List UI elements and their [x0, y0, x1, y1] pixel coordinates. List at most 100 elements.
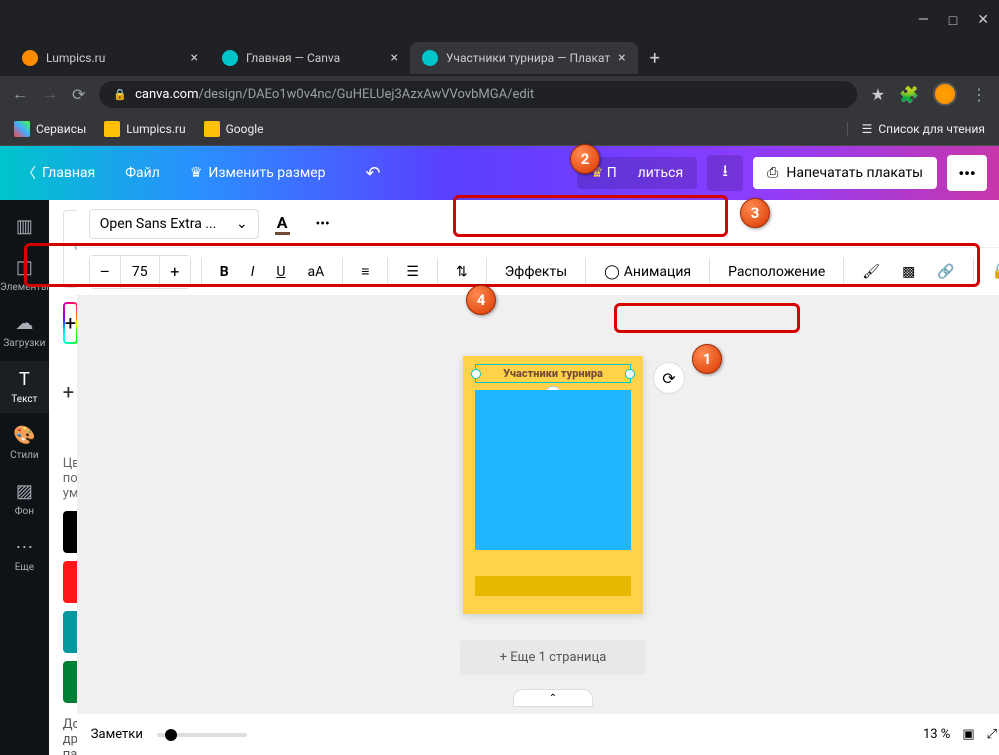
copy-style-button[interactable]: 🖌: [854, 258, 888, 286]
transparency-button[interactable]: ▩: [894, 258, 923, 286]
color-swatch[interactable]: [63, 661, 77, 703]
rail-templates[interactable]: ▥: [0, 208, 49, 245]
folder-icon: [104, 121, 120, 137]
profile-avatar[interactable]: [933, 82, 957, 106]
chevron-down-icon: ⌄: [236, 216, 248, 232]
window-titlebar: — □ ✕: [0, 0, 999, 40]
tab-lumpics[interactable]: Lumpics.ru ×: [10, 42, 210, 74]
rail-uploads[interactable]: ☁Загрузки: [0, 305, 49, 357]
font-select[interactable]: Open Sans Extra ...⌄: [89, 209, 259, 239]
fullscreen-button[interactable]: ⤢: [987, 727, 997, 742]
color-swatch[interactable]: [63, 511, 77, 553]
bookmark-google[interactable]: Google: [204, 121, 264, 137]
animation-button[interactable]: ◯Анимация: [596, 258, 699, 286]
text-color-button[interactable]: A: [265, 207, 300, 241]
list-icon: ☰: [862, 122, 873, 136]
text-element[interactable]: Участники турнира: [475, 364, 631, 383]
more-button[interactable]: •••: [947, 155, 987, 191]
rail-styles[interactable]: 🎨Стили: [0, 417, 49, 469]
design-page[interactable]: Участники турнира ⟳: [463, 356, 643, 614]
close-icon[interactable]: ✕: [977, 12, 989, 28]
favicon-icon: [22, 50, 38, 66]
tab-title: Lumpics.ru: [46, 51, 105, 65]
home-button[interactable]: 〈Главная: [12, 155, 105, 191]
rail-text[interactable]: TТекст: [0, 361, 49, 413]
font-size-input[interactable]: [120, 256, 160, 288]
crown-icon: ♛: [190, 165, 203, 181]
lock-icon: 🔒: [113, 88, 127, 101]
maximize-icon[interactable]: □: [949, 12, 957, 29]
font-size-stepper[interactable]: – +: [89, 255, 191, 289]
plus-icon: +: [63, 380, 74, 404]
bookmark-services[interactable]: Сервисы: [14, 121, 86, 137]
tab-canva-home[interactable]: Главная — Canva ×: [210, 42, 410, 74]
bookmark-lumpics[interactable]: Lumpics.ru: [104, 121, 185, 137]
color-swatch[interactable]: [63, 561, 77, 603]
canva-toolbar: 〈Главная Файл ♛Изменить размер ↶ ♛ П лит…: [0, 146, 999, 200]
align-button[interactable]: ≡: [353, 257, 377, 286]
url-input[interactable]: 🔒 canva.com/design/DAEo1w0v4nc/GuHELUej3…: [99, 81, 856, 108]
tab-close-icon[interactable]: ×: [391, 50, 398, 66]
tab-title: Участники турнира — Плакат: [446, 51, 610, 65]
color-search-input[interactable]: 🔍 Попробуйте «синий» или #00c4cc: [63, 210, 77, 288]
position-button[interactable]: Расположение: [720, 258, 833, 286]
download-button[interactable]: ⭳: [707, 155, 743, 191]
add-page-button[interactable]: + Еще 1 страница: [460, 640, 647, 675]
notes-button[interactable]: Заметки: [91, 727, 143, 742]
tab-canva-design[interactable]: Участники турнира — Плакат ×: [410, 42, 638, 74]
tab-close-icon[interactable]: ×: [191, 50, 198, 66]
callout-4: 4: [466, 285, 496, 315]
spacing-button[interactable]: ⇅: [448, 258, 476, 286]
lock-button[interactable]: 🔓: [984, 258, 999, 286]
italic-button[interactable]: I: [243, 258, 263, 286]
text-toolbar-2: – + B I U aA ≡ ☰ ⇅ Эффекты ◯Анимация Рас…: [77, 248, 999, 296]
size-decrease[interactable]: –: [90, 256, 120, 288]
resize-button[interactable]: ♛Изменить размер: [180, 157, 336, 189]
effects-button[interactable]: Эффекты: [497, 258, 575, 286]
rail-more[interactable]: ⋯Еще: [0, 529, 49, 581]
zoom-slider[interactable]: [157, 733, 247, 737]
print-icon: ⎙: [767, 165, 778, 181]
list-button[interactable]: ☰: [398, 258, 427, 286]
link-button[interactable]: 🔗: [929, 258, 962, 286]
reload-button[interactable]: ⟳: [72, 85, 85, 104]
underline-button[interactable]: U: [268, 258, 293, 286]
back-button[interactable]: ←: [12, 84, 28, 104]
case-button[interactable]: aA: [300, 258, 333, 286]
page-refresh-button[interactable]: ⟳: [653, 362, 685, 394]
scroll-indicator[interactable]: ⌃: [513, 689, 593, 707]
file-menu[interactable]: Файл: [115, 157, 170, 189]
size-increase[interactable]: +: [160, 256, 190, 288]
canvas-viewport[interactable]: Участники турнира ⟳ ⟳ + Еще 1 страница ⌃: [77, 296, 999, 755]
toolbar-more[interactable]: •••: [306, 210, 340, 238]
color-swatch[interactable]: [63, 611, 77, 653]
menu-icon[interactable]: ⋮: [971, 85, 987, 104]
minimize-icon[interactable]: —: [918, 12, 929, 28]
shape-element[interactable]: [475, 576, 631, 596]
text-toolbar-1: Open Sans Extra ...⌄ A ••• 🗑: [77, 200, 999, 248]
tab-title: Главная — Canva: [246, 51, 340, 65]
print-button[interactable]: ⎙Напечатать плакаты: [753, 157, 937, 189]
rail-elements[interactable]: ◫Элементы: [0, 249, 49, 301]
url-path: /design/DAEo1w0v4nc/GuHELUej3AzxAwVVovbM…: [198, 87, 534, 102]
bookmarks-bar: Сервисы Lumpics.ru Google ☰Список для чт…: [0, 112, 999, 146]
shape-element[interactable]: [475, 390, 631, 550]
star-icon[interactable]: ★: [871, 85, 885, 104]
new-tab-button[interactable]: +: [638, 48, 672, 69]
add-color-button[interactable]: +: [63, 302, 77, 344]
text-icon: T: [19, 369, 30, 390]
extension-icon[interactable]: 🧩: [899, 85, 919, 104]
elements-icon: ◫: [16, 257, 33, 278]
color-panel: 🔍 Попробуйте «синий» или #00c4cc + +Доба…: [49, 200, 77, 755]
zoom-level[interactable]: 13 %: [923, 727, 950, 742]
page-view-button[interactable]: ▣: [962, 727, 974, 742]
tab-close-icon[interactable]: ×: [618, 50, 625, 66]
rail-background[interactable]: ▨Фон: [0, 473, 49, 525]
undo-button[interactable]: ↶: [356, 155, 391, 192]
forward-button[interactable]: →: [42, 84, 58, 104]
bold-button[interactable]: B: [212, 258, 237, 286]
text-color-icon: A: [275, 213, 290, 235]
reading-list[interactable]: ☰Список для чтения: [847, 122, 985, 136]
address-bar: ← → ⟳ 🔒 canva.com/design/DAEo1w0v4nc/GuH…: [0, 76, 999, 112]
side-rail: ▥ ◫Элементы ☁Загрузки TТекст 🎨Стили ▨Фон…: [0, 200, 49, 755]
